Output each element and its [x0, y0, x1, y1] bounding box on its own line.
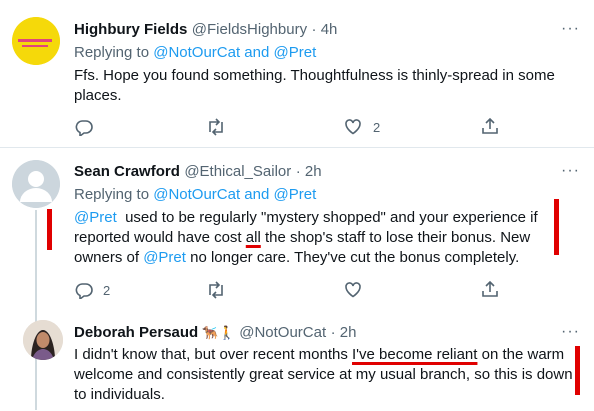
share-icon[interactable] [481, 117, 499, 135]
avatar[interactable] [23, 320, 63, 360]
mention-link[interactable]: @Pret [74, 209, 117, 226]
more-options-button[interactable]: ··· [561, 20, 580, 38]
user-handle[interactable]: @NotOurCat [239, 324, 326, 341]
highbury-logo [12, 17, 60, 65]
reply-count: 2 [103, 283, 111, 298]
avatar[interactable] [12, 17, 60, 65]
retweet-icon[interactable] [206, 118, 226, 136]
tweet-text: I didn't know that, but over recent mont… [74, 346, 573, 403]
reply-icon[interactable] [75, 281, 93, 299]
tweet-text: @Pret used to be regularly "mystery shop… [74, 209, 538, 266]
mention-link[interactable]: @Pret [143, 249, 186, 266]
avatar[interactable] [12, 160, 60, 208]
like-count: 2 [373, 120, 381, 135]
highlighted-phrase: I've become reliant [352, 346, 478, 363]
profile-photo [23, 320, 63, 360]
timestamp[interactable]: · 4h [312, 21, 338, 38]
replying-to: Replying to @NotOurCat and @Pret [74, 186, 317, 203]
tweet-header: Deborah Persaud 🐕‍🦺🚶 @NotOurCat · 2h [74, 324, 356, 342]
retweet-icon[interactable] [206, 281, 226, 299]
tweet-header: Sean Crawford @Ethical_Sailor · 2h [74, 163, 322, 181]
display-name-emoji: 🐕‍🦺🚶 [202, 325, 235, 340]
replying-to-link[interactable]: @NotOurCat and @Pret [153, 186, 316, 203]
display-name[interactable]: Highbury Fields [74, 21, 187, 38]
like-icon[interactable] [344, 281, 362, 298]
timestamp[interactable]: · 2h [331, 324, 357, 341]
more-options-button[interactable]: ··· [561, 162, 580, 180]
more-options-button[interactable]: ··· [561, 323, 580, 341]
replying-to-link[interactable]: @NotOurCat and @Pret [153, 44, 316, 61]
timestamp[interactable]: · 2h [296, 163, 322, 180]
display-name[interactable]: Sean Crawford [74, 163, 180, 180]
red-annotation-mark [575, 346, 580, 395]
default-avatar-icon [12, 160, 60, 208]
tweet-text: Ffs. Hope you found something. Thoughtfu… [74, 67, 555, 104]
share-icon[interactable] [481, 280, 499, 298]
user-handle[interactable]: @FieldsHighbury [192, 21, 307, 38]
reply-icon[interactable] [75, 118, 93, 136]
red-annotation-mark [554, 199, 559, 255]
highlighted-word: all [245, 229, 261, 246]
tweet-header: Highbury Fields @FieldsHighbury · 4h [74, 21, 337, 39]
replying-to: Replying to @NotOurCat and @Pret [74, 44, 317, 61]
divider [0, 147, 594, 148]
red-annotation-mark [47, 209, 52, 250]
display-name[interactable]: Deborah Persaud 🐕‍🦺🚶 [74, 324, 235, 341]
user-handle[interactable]: @Ethical_Sailor [184, 163, 291, 180]
thread-line [35, 210, 37, 410]
like-icon[interactable] [344, 118, 362, 135]
